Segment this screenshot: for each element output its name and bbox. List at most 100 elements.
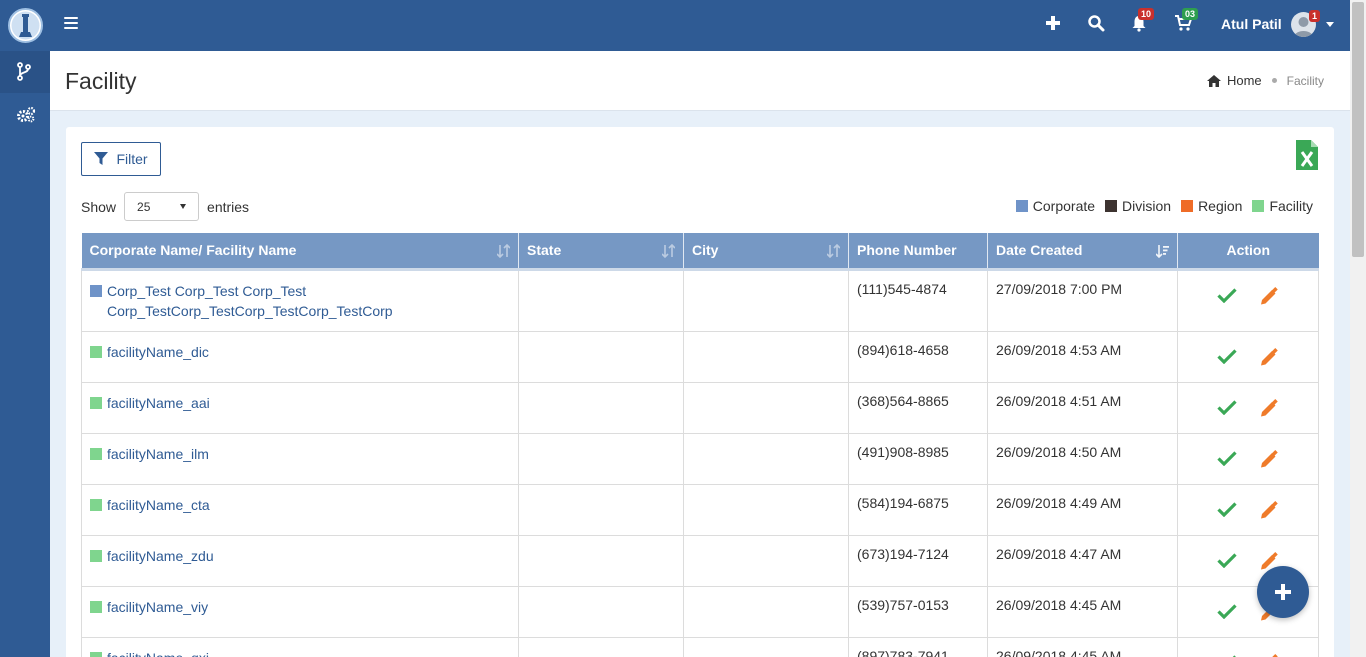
chevron-down-icon[interactable] — [1326, 22, 1334, 27]
facility-name-link[interactable]: facilityName_cta — [107, 495, 210, 515]
table-header-row: Corporate Name/ Facility Name State City… — [81, 233, 1319, 271]
check-icon[interactable] — [1217, 501, 1237, 517]
breadcrumb: Home Facility — [1206, 73, 1324, 88]
legend-label: Division — [1122, 198, 1172, 214]
type-indicator — [90, 549, 102, 562]
cell-city — [683, 268, 849, 332]
scrollbar-thumb[interactable] — [1352, 2, 1364, 257]
search-icon[interactable] — [1087, 14, 1107, 34]
export-excel-icon[interactable] — [1296, 140, 1318, 170]
cell-state — [518, 534, 684, 587]
cell-action — [1177, 381, 1319, 434]
cell-state — [518, 268, 684, 332]
facility-name-link[interactable]: facilityName_ilm — [107, 444, 209, 464]
cell-name: facilityName_zdu — [81, 534, 519, 587]
check-icon[interactable] — [1217, 399, 1237, 415]
cell-name: facilityName_viy — [81, 585, 519, 638]
user-name[interactable]: Atul Patil — [1221, 16, 1282, 32]
pencil-icon[interactable] — [1259, 398, 1279, 417]
cell-date: 26/09/2018 4:47 AM — [987, 534, 1178, 587]
cell-date: 26/09/2018 4:45 AM — [987, 585, 1178, 638]
facility-name-link[interactable]: facilityName_qxi — [107, 648, 209, 657]
column-header-phone: Phone Number — [848, 233, 988, 271]
sort-icon — [662, 244, 675, 258]
add-facility-button[interactable] — [1257, 566, 1309, 618]
type-indicator — [90, 447, 102, 460]
cell-date: 27/09/2018 7:00 PM — [987, 268, 1178, 332]
legend-swatch — [1015, 200, 1028, 212]
profile-badge: 1 — [1309, 10, 1321, 22]
pencil-icon[interactable] — [1259, 449, 1279, 468]
app-logo[interactable] — [8, 8, 43, 43]
cell-phone: (491)908-8985 — [848, 432, 988, 485]
pencil-icon[interactable] — [1259, 653, 1279, 657]
facility-name-link[interactable]: facilityName_zdu — [107, 546, 214, 566]
table-row: facilityName_cta (584)194-6875 26/09/2018 … — [81, 483, 1319, 536]
type-indicator — [90, 600, 102, 613]
type-indicator — [90, 345, 102, 358]
top-navbar: 10 03 Atul Patil 1 — [0, 0, 1350, 51]
plus-icon[interactable] — [1044, 14, 1064, 34]
cell-phone: (897)783-7941 — [848, 636, 988, 657]
column-header-name[interactable]: Corporate Name/ Facility Name — [81, 233, 519, 271]
page-scrollbar[interactable] — [1350, 0, 1366, 657]
check-icon[interactable] — [1217, 654, 1237, 657]
home-icon[interactable] — [1206, 74, 1221, 87]
facility-name-link[interactable]: facilityName_dic — [107, 342, 209, 362]
column-header-city[interactable]: City — [683, 233, 849, 271]
legend-item: Corporate — [1015, 198, 1096, 214]
cell-phone: (584)194-6875 — [848, 483, 988, 536]
legend-item: Division — [1105, 198, 1171, 214]
legend-label: Region — [1198, 198, 1243, 214]
cell-name: facilityName_cta — [81, 483, 519, 536]
entries-select[interactable]: 25 — [124, 192, 200, 221]
cell-phone: (539)757-0153 — [848, 585, 988, 638]
cell-city — [683, 330, 849, 383]
notifications-button[interactable]: 10 — [1130, 8, 1155, 34]
filter-button[interactable]: Filter — [81, 142, 161, 176]
pencil-icon[interactable] — [1259, 347, 1279, 366]
sort-desc-icon — [1156, 245, 1169, 258]
pencil-icon[interactable] — [1259, 500, 1279, 519]
legend-swatch — [1252, 200, 1265, 212]
table-row: facilityName_qxi (897)783-794126/09/2018 … — [81, 636, 1319, 657]
breadcrumb-home[interactable]: Home — [1227, 73, 1262, 88]
sidebar-item-hierarchy[interactable] — [0, 51, 50, 93]
table-row: facilityName_ilm (491)908-8985 26/09/2018 … — [81, 432, 1319, 485]
cell-name: facilityName_aai — [81, 381, 519, 434]
legend-label: Corporate — [1032, 198, 1096, 214]
cell-state — [518, 585, 684, 638]
check-icon[interactable] — [1217, 450, 1237, 466]
cell-phone: (111)545-4874 — [848, 268, 988, 332]
column-header-state[interactable]: State — [518, 233, 684, 271]
cell-name: facilityName_dic — [81, 330, 519, 383]
column-header-date[interactable]: Date Created — [987, 233, 1178, 271]
filter-button-label: Filter — [116, 151, 148, 167]
cart-badge: 03 — [1182, 8, 1199, 20]
page-length-control: Show 25 entries — [81, 192, 249, 221]
check-icon[interactable] — [1217, 348, 1237, 364]
cell-city — [683, 432, 849, 485]
page-title: Facility — [65, 68, 137, 94]
check-icon[interactable] — [1217, 603, 1237, 619]
pencil-icon[interactable] — [1259, 286, 1279, 305]
show-label: Show — [81, 198, 117, 215]
type-indicator — [90, 396, 102, 409]
cell-phone: (894)618-4658 — [848, 330, 988, 383]
sidebar-item-settings[interactable] — [0, 93, 50, 135]
facility-name-link[interactable]: facilityName_viy — [107, 597, 208, 617]
cart-button[interactable]: 03 — [1174, 8, 1199, 34]
check-icon[interactable] — [1217, 552, 1237, 568]
cell-state — [518, 330, 684, 383]
menu-toggle-icon[interactable] — [64, 17, 78, 31]
check-icon[interactable] — [1217, 287, 1237, 303]
cell-state — [518, 381, 684, 434]
type-indicator — [90, 651, 102, 657]
cell-name: Corp_Test Corp_Test Corp_Test Corp_TestC… — [81, 268, 519, 332]
branch-icon — [17, 62, 31, 81]
legend-item: Facility — [1252, 198, 1313, 214]
facility-name-link[interactable]: facilityName_aai — [107, 393, 210, 413]
cell-action — [1177, 268, 1319, 332]
type-indicator — [90, 498, 102, 511]
facility-name-link[interactable]: Corp_Test Corp_Test Corp_Test Corp_TestC… — [107, 281, 510, 321]
